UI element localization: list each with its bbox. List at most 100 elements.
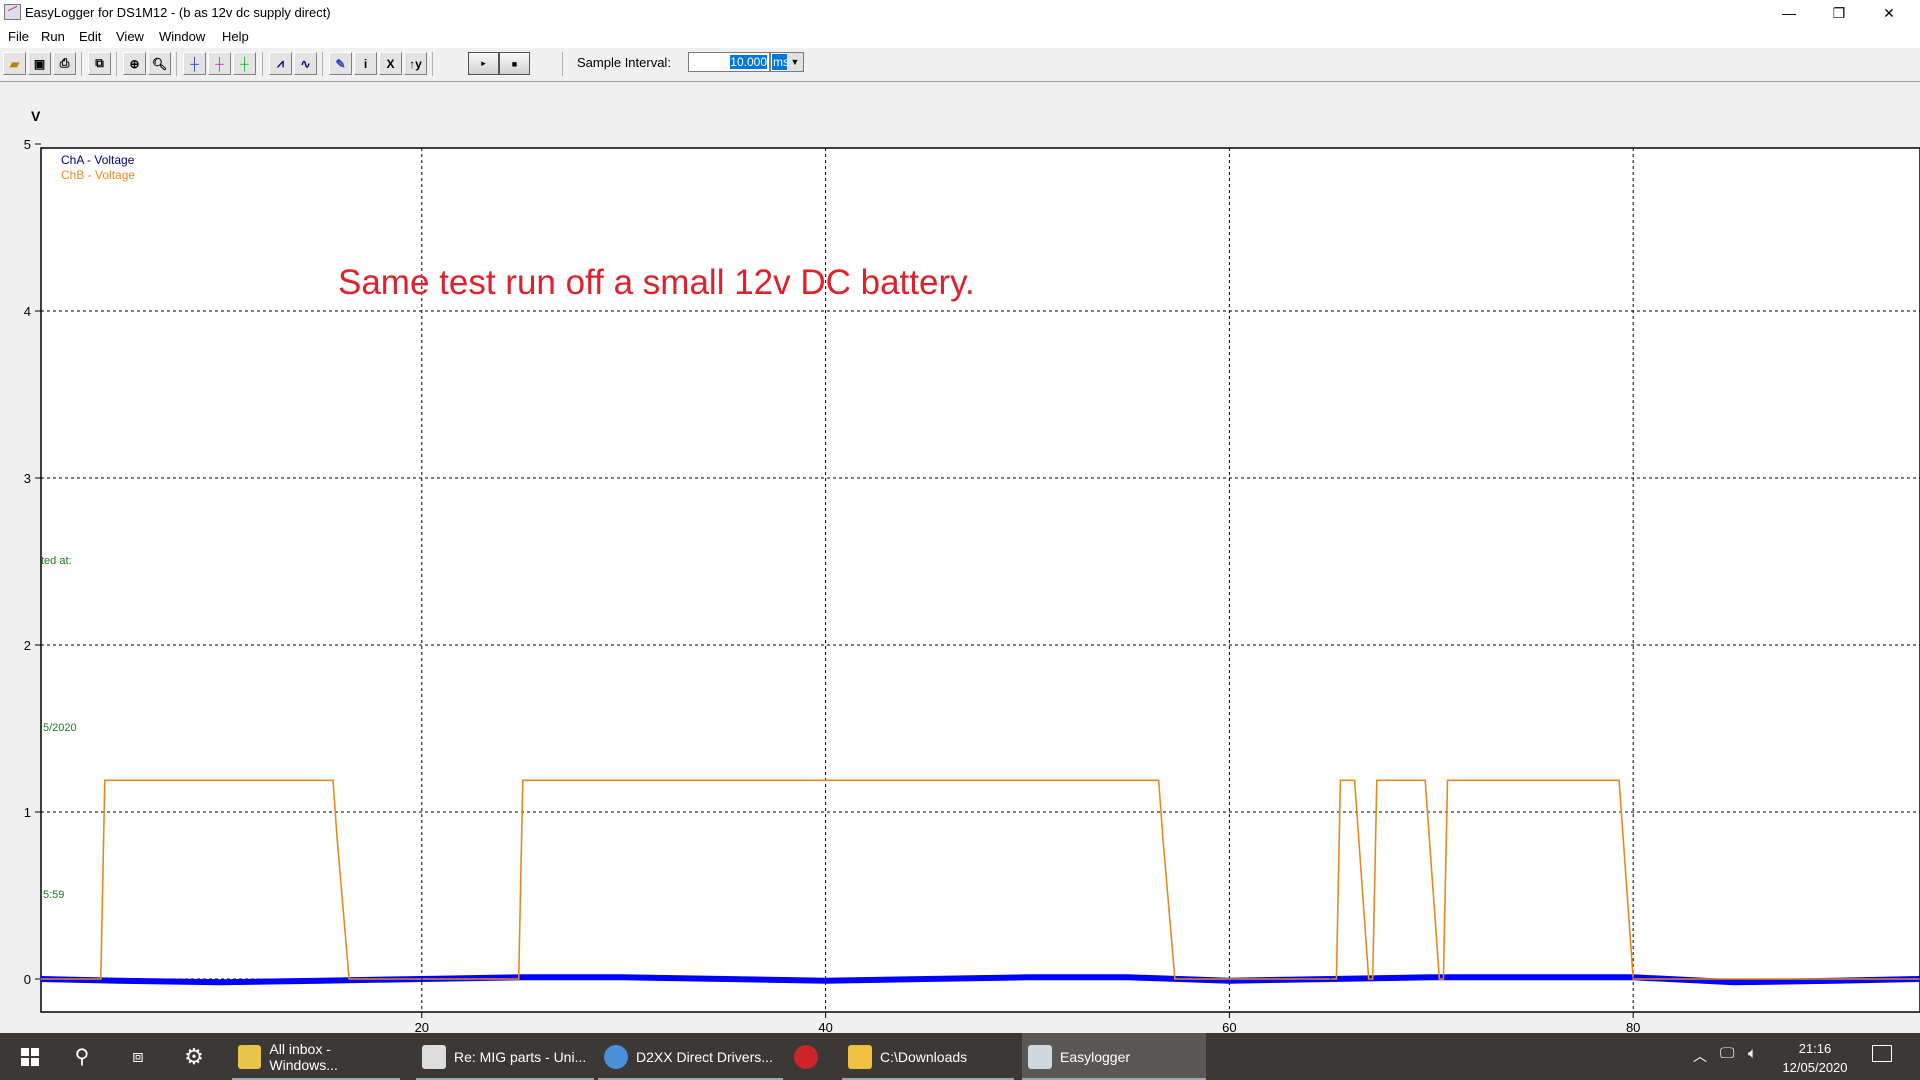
y-ticks: 0 1 2 3 4 5 xyxy=(24,137,41,987)
menu-run[interactable]: Run xyxy=(41,29,65,44)
separator xyxy=(432,52,433,76)
chevron-up-icon: ︿ xyxy=(1693,1048,1707,1064)
zoom-button[interactable]: 🔍︎ xyxy=(148,52,171,75)
stop-icon: ■ xyxy=(511,58,518,69)
taskbar-item-label: Re: MIG parts - Uni... xyxy=(454,1048,587,1065)
separator xyxy=(81,52,82,76)
menu-view[interactable]: View xyxy=(116,29,144,44)
zoom-in-icon: ⊕ xyxy=(129,56,140,71)
series-cha-point xyxy=(623,976,625,978)
window-title: EasyLogger for DS1M12 - (b as 12v dc sup… xyxy=(25,5,331,20)
open-button[interactable]: ▰ xyxy=(3,52,26,75)
menu-bar: File Run Edit View Window Help xyxy=(0,26,1920,48)
show-hidden-icons-button[interactable]: ︿ xyxy=(1693,1046,1707,1066)
task-view-button[interactable]: ⧈ xyxy=(118,1033,158,1080)
separator xyxy=(562,52,563,76)
series-chb-point xyxy=(1632,978,1634,980)
minimize-button[interactable]: — xyxy=(1766,0,1812,26)
trace-step-button[interactable]: ⩘ xyxy=(269,52,292,75)
cursor-magenta-icon: ┼ xyxy=(215,56,224,71)
search-button[interactable]: ⚲ xyxy=(62,1033,102,1080)
menu-window[interactable]: Window xyxy=(159,29,205,44)
sample-interval-label: Sample Interval: xyxy=(577,55,671,70)
volume-icon[interactable]: 🔈︎ xyxy=(1748,1045,1757,1062)
open-icon: ▰ xyxy=(9,56,20,71)
sample-interval-input[interactable]: 10.000 xyxy=(688,52,770,72)
close-icon: ✕ xyxy=(1883,4,1895,21)
separator xyxy=(176,52,177,76)
series-chb-point xyxy=(1438,978,1440,980)
sample-interval-unit-select[interactable]: ms ▼ xyxy=(770,52,804,72)
run-button[interactable]: ▸ xyxy=(468,52,499,75)
cursor-green-button[interactable]: ┼ xyxy=(233,52,256,75)
notes-icon: ✎ xyxy=(335,56,346,71)
cursor-magenta-button[interactable]: ┼ xyxy=(208,52,231,75)
taskbar-item[interactable] xyxy=(788,1033,828,1080)
series-cha-point xyxy=(1228,980,1230,982)
save-button[interactable]: ▣ xyxy=(28,52,51,75)
taskbar-item[interactable]: C:\Downloads xyxy=(842,1033,1014,1080)
menu-edit[interactable]: Edit xyxy=(79,29,101,44)
copy-icon: ⧉ xyxy=(95,56,104,70)
series-chb-point xyxy=(1618,779,1620,781)
network-icon[interactable]: 🖵︎ xyxy=(1720,1045,1734,1062)
series-cha-point xyxy=(1733,981,1735,983)
series-chb-point xyxy=(1424,779,1426,781)
menu-file[interactable]: File xyxy=(8,29,29,44)
restore-icon: ❐ xyxy=(1832,4,1846,21)
x-tick-label: 40 xyxy=(818,1020,832,1033)
series-cha-point xyxy=(1632,976,1634,978)
series-chb-point xyxy=(1339,779,1342,781)
opera-icon xyxy=(794,1044,818,1069)
start-button[interactable] xyxy=(12,1033,48,1080)
series-cha-point xyxy=(1026,976,1029,978)
y-tick-label: 1 xyxy=(24,805,31,820)
series-chb-point xyxy=(1622,836,1624,838)
trace-smooth-icon: ∿ xyxy=(300,56,311,71)
info-button[interactable]: i xyxy=(354,52,377,75)
y-tick-label: 0 xyxy=(24,972,31,987)
series-cha-point xyxy=(320,980,322,982)
zoom-icon: 🔍︎ xyxy=(151,56,168,71)
taskbar-item[interactable]: Re: MIG parts - Uni... xyxy=(416,1033,594,1080)
cursor-blue-button[interactable]: ┼ xyxy=(183,52,206,75)
notes-button[interactable]: ✎ xyxy=(329,52,352,75)
taskbar-item[interactable]: D2XX Direct Drivers... xyxy=(598,1033,783,1080)
series-chb-point xyxy=(1376,779,1378,781)
taskbar-item[interactable]: All inbox - Windows... xyxy=(232,1033,400,1080)
series-cha-point xyxy=(39,978,41,980)
series-cha-point xyxy=(118,980,120,982)
chevron-down-icon[interactable]: ▼ xyxy=(787,53,803,71)
taskbar-item[interactable]: Easylogger xyxy=(1022,1033,1206,1080)
close-button[interactable]: ✕ xyxy=(1866,0,1912,26)
chart[interactable]: 0 1 2 3 4 5 20 40 60 80 ted at: 5/2020 5:59 ChA … xyxy=(0,82,1920,1033)
print-icon: ⎙ xyxy=(59,56,70,70)
y-tick-label: 2 xyxy=(24,638,31,653)
series-chb-point xyxy=(1335,978,1338,980)
restore-button[interactable]: ❐ xyxy=(1816,0,1862,26)
series-cha-point xyxy=(1430,976,1432,978)
x-ticks: 20 40 60 80 xyxy=(415,1012,1640,1033)
sample-interval-value: 10.000 xyxy=(730,55,767,69)
side-text: 5:59 xyxy=(43,889,64,901)
cursor-blue-icon: ┼ xyxy=(190,56,199,71)
menu-help[interactable]: Help xyxy=(222,29,249,44)
series-chb-point xyxy=(336,836,338,838)
series-chb-point xyxy=(518,978,520,980)
print-button[interactable]: ⎙ xyxy=(53,52,76,75)
notifications-icon[interactable] xyxy=(1872,1045,1892,1062)
y-tick-label: 5 xyxy=(24,137,31,152)
clock[interactable]: 21:16 12/05/2020 xyxy=(1780,1039,1850,1077)
trace-smooth-button[interactable]: ∿ xyxy=(294,52,317,75)
settings-button[interactable]: ⚙ xyxy=(176,1033,212,1080)
folder-icon xyxy=(848,1044,872,1069)
stop-button[interactable]: ■ xyxy=(499,52,530,75)
x-axis-button[interactable]: X xyxy=(379,52,402,75)
zoom-in-button[interactable]: ⊕ xyxy=(123,52,146,75)
series-chb-point xyxy=(1368,978,1370,980)
series-cha-point xyxy=(522,976,524,978)
series-chb-point xyxy=(1372,978,1374,980)
plot-area[interactable] xyxy=(40,147,1920,1013)
copy-button[interactable]: ⧉ xyxy=(88,52,111,75)
y-axis-button[interactable]: ↑y xyxy=(404,52,427,75)
